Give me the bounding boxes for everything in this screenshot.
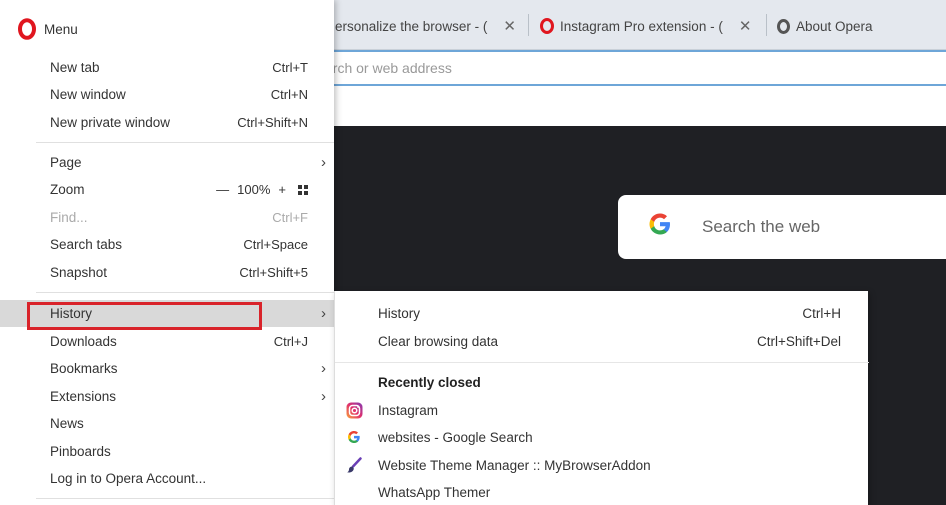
recent-item-label: WhatsApp Themer (378, 485, 491, 500)
close-icon[interactable]: ✕ (739, 17, 752, 35)
menu-item-login[interactable]: Log in to Opera Account... (0, 465, 334, 492)
menu-item-zoom: Zoom — 100% + (0, 176, 334, 203)
menu-header[interactable]: Menu (18, 18, 78, 40)
recent-item-label: Website Theme Manager :: MyBrowserAddon (378, 458, 651, 473)
submenu-separator (335, 362, 869, 363)
tab-label: Instagram Pro extension - ( (560, 18, 723, 34)
tab-label: About Opera (796, 18, 873, 34)
menu-item-label: New tab (50, 60, 100, 75)
submenu-item-shortcut: Ctrl+H (802, 306, 841, 321)
menu-item-shortcut: Ctrl+Space (243, 237, 308, 252)
menu-item-new-window[interactable]: New window Ctrl+N (0, 81, 334, 108)
speed-dial-search-box[interactable]: Search the web (618, 195, 946, 259)
recent-item-whatsapp-themer[interactable]: WhatsApp Themer (335, 479, 869, 505)
chevron-right-icon: › (321, 360, 326, 377)
fullscreen-icon[interactable] (298, 184, 308, 195)
recently-closed-heading: Recently closed (378, 375, 481, 390)
menu-item-label: Pinboards (50, 444, 111, 459)
chevron-right-icon: › (321, 305, 326, 322)
chevron-right-icon: › (321, 388, 326, 405)
submenu-item-history[interactable]: History Ctrl+H (335, 300, 869, 327)
opera-logo-icon (18, 18, 36, 40)
submenu-item-label: Clear browsing data (378, 334, 499, 349)
menu-item-news[interactable]: News (0, 410, 334, 437)
recent-item-google-search[interactable]: websites - Google Search (335, 424, 869, 451)
zoom-controls: — 100% + (216, 182, 308, 197)
recent-item-instagram[interactable]: Instagram (335, 397, 869, 424)
history-submenu: History Ctrl+H Clear browsing data Ctrl+… (334, 291, 869, 505)
submenu-item-clear-browsing-data[interactable]: Clear browsing data Ctrl+Shift+Del (335, 328, 869, 355)
submenu-item-label: History (378, 306, 421, 321)
menu-item-downloads[interactable]: Downloads Ctrl+J (0, 328, 334, 355)
menu-item-search-tabs[interactable]: Search tabs Ctrl+Space (0, 231, 334, 258)
menu-item-shortcut: Ctrl+T (272, 60, 308, 75)
menu-item-find[interactable]: Find... Ctrl+F (0, 204, 334, 231)
google-icon (646, 210, 674, 245)
recent-item-theme-manager[interactable]: Website Theme Manager :: MyBrowserAddon (335, 452, 869, 479)
menu-title: Menu (44, 21, 78, 37)
address-placeholder: arch or web address (325, 60, 452, 76)
tab-personalize[interactable]: ersonalize the browser - ( ✕ (335, 12, 516, 40)
instagram-icon (345, 401, 363, 419)
brush-icon (345, 456, 363, 474)
menu-item-shortcut: Ctrl+F (272, 210, 308, 225)
zoom-in-button[interactable]: + (278, 182, 286, 197)
menu-item-label: Log in to Opera Account... (50, 471, 207, 486)
zoom-level: 100% (237, 182, 271, 197)
menu-item-label: Extensions (50, 389, 117, 404)
menu-item-bookmarks[interactable]: Bookmarks › (0, 355, 334, 382)
menu-separator (36, 292, 334, 293)
menu-item-snapshot[interactable]: Snapshot Ctrl+Shift+5 (0, 259, 334, 286)
search-placeholder: Search the web (702, 217, 821, 236)
tab-divider (528, 14, 529, 36)
menu-item-shortcut: Ctrl+Shift+5 (239, 265, 308, 280)
menu-item-new-private-window[interactable]: New private window Ctrl+Shift+N (0, 109, 334, 136)
menu-item-label: New private window (50, 115, 171, 130)
menu-item-label: Page (50, 155, 82, 170)
menu-item-page[interactable]: Page › (0, 149, 334, 176)
recent-item-label: Instagram (378, 403, 439, 418)
menu-item-extensions[interactable]: Extensions › (0, 383, 334, 410)
history-highlight-annotation (27, 302, 262, 330)
menu-item-new-tab[interactable]: New tab Ctrl+T (0, 54, 334, 81)
opera-logo-icon (777, 18, 790, 34)
submenu-item-shortcut: Ctrl+Shift+Del (756, 334, 841, 349)
menu-item-label: Snapshot (50, 265, 108, 280)
recent-item-label: websites - Google Search (378, 430, 533, 445)
menu-item-label: Zoom (50, 182, 85, 197)
menu-item-label: Bookmarks (50, 361, 118, 376)
menu-item-shortcut: Ctrl+J (273, 334, 308, 349)
menu-item-label: Downloads (50, 334, 117, 349)
tab-divider (766, 14, 767, 36)
menu-item-label: Search tabs (50, 237, 123, 252)
tab-about-opera[interactable]: About Opera (777, 12, 873, 40)
menu-item-label: New window (50, 87, 126, 102)
zoom-out-button[interactable]: — (216, 182, 229, 197)
menu-item-label: News (50, 416, 84, 431)
close-icon[interactable]: ✕ (503, 17, 516, 35)
chevron-right-icon: › (321, 154, 326, 171)
menu-separator (36, 498, 334, 499)
google-icon (345, 428, 363, 446)
tab-instagram-pro[interactable]: Instagram Pro extension - ( ✕ (540, 12, 751, 40)
tab-label: ersonalize the browser - ( (335, 18, 488, 34)
menu-item-shortcut: Ctrl+N (270, 87, 308, 102)
opera-logo-icon (540, 18, 554, 34)
menu-item-label: Find... (50, 210, 88, 225)
menu-item-shortcut: Ctrl+Shift+N (237, 115, 308, 130)
menu-separator (36, 142, 334, 143)
menu-item-pinboards[interactable]: Pinboards (0, 438, 334, 465)
opera-main-menu: Menu New tab Ctrl+T New window Ctrl+N Ne… (0, 0, 334, 505)
